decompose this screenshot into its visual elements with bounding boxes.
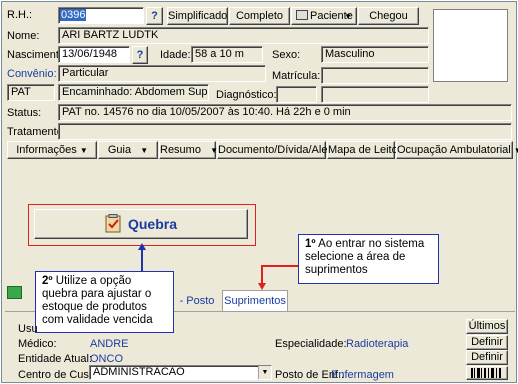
tab-posto[interactable]: - Posto (172, 291, 222, 311)
paciente-button[interactable]: Paciente ▼ (291, 7, 357, 25)
convenio-label[interactable]: Convênio: (7, 68, 57, 80)
status-field: PAT no. 14576 no dia 10/05/2007 às 10:40… (58, 104, 512, 121)
medico-label: Médico: (18, 338, 57, 350)
quebra-label: Quebra (127, 216, 177, 232)
nascimento-help-button[interactable]: ? (132, 46, 148, 64)
callout2-number: 2º (42, 275, 53, 287)
guia-menu[interactable]: Guia ▼ (98, 141, 158, 159)
posto-enf-value[interactable]: Enfermagem (331, 369, 394, 381)
convenio-field: Particular (58, 65, 266, 82)
informacoes-menu[interactable]: Informações ▼ (7, 141, 97, 159)
main-window: R.H.: 0396 ? Simplificado Completo Pacie… (1, 1, 518, 383)
clipboard-check-icon (105, 214, 122, 233)
usuario-label: Usu (18, 323, 38, 335)
rh-help-button[interactable]: ? (146, 7, 163, 25)
mapa-leitos-button[interactable]: Mapa de Leitos (327, 141, 403, 159)
encaminhado-field: Encaminhado: Abdomem Superior (58, 84, 209, 101)
ocupacao-menu[interactable]: Ocupação Ambulatorial ▼ (396, 141, 518, 159)
patient-photo (433, 9, 508, 82)
matricula-field (321, 67, 429, 84)
sexo-field: Masculino (321, 46, 429, 63)
nome-field: ARI BARTZ LUDTK (58, 27, 429, 44)
nascimento-field[interactable]: 13/06/1948 (58, 46, 130, 63)
especialidade-label: Especialidade: (275, 338, 347, 350)
callout2-text: Utilize a opção quebra para ajustar o es… (42, 275, 153, 326)
idade-field: 58 a 10 m (191, 46, 263, 63)
diagnostico-field-2 (321, 86, 429, 103)
arrow-to-suprimentos (258, 265, 298, 290)
entidade-label: Entidade Atual: (18, 353, 93, 365)
sexo-label: Sexo: (272, 49, 301, 61)
callout-step-2: 2º Utilize a opção quebra para ajustar o… (35, 271, 174, 333)
barcode-icon (471, 368, 501, 378)
entidade-value[interactable]: ONCO (90, 353, 123, 365)
callout-step-1: 1º Ao entrar no sistema selecione a área… (298, 234, 439, 284)
status-label: Status: (7, 107, 42, 119)
ocupacao-label: Ocupação Ambulatorial (397, 144, 511, 156)
especialidade-value[interactable]: Radioterapia (346, 338, 408, 350)
matricula-label: Matrícula: (272, 70, 321, 82)
simplificado-button[interactable]: Simplificado (167, 7, 228, 25)
diagnostico-field-1 (276, 86, 317, 103)
idade-label: Idade: (160, 49, 191, 61)
rh-value: 0396 (60, 9, 87, 21)
completo-button[interactable]: Completo (229, 7, 290, 25)
pat-field: PAT (7, 84, 55, 101)
quebra-button[interactable]: Quebra (34, 209, 248, 239)
nome-label: Nome: (7, 30, 40, 42)
centro-custo-select[interactable]: ADMINISTRACAO ▼ (89, 365, 272, 380)
resumo-label: Resumo (160, 144, 201, 156)
rh-field[interactable]: 0396 (58, 7, 144, 24)
callout1-text: Ao entrar no sistema selecione a área de… (305, 238, 425, 276)
barcode-button[interactable] (466, 366, 508, 380)
documento-button[interactable]: Documento/Dívida/Alerta (217, 141, 340, 159)
chegou-button[interactable]: Chegou (358, 7, 419, 25)
rh-label: R.H.: (7, 9, 33, 21)
chevron-down-icon: ▼ (344, 12, 352, 21)
ultimos-button[interactable]: Últimos (466, 319, 508, 334)
callout1-number: 1º (305, 238, 316, 250)
diagnostico-label: Diagnóstico: (216, 89, 277, 101)
definir-entidade-button[interactable]: Definir (466, 350, 508, 365)
chevron-down-icon: ▼ (79, 146, 88, 155)
chevron-down-icon[interactable]: ▼ (258, 366, 271, 379)
definir-medico-button[interactable]: Definir (466, 335, 508, 350)
tab-suprimentos[interactable]: Suprimentos (222, 290, 288, 312)
chevron-down-icon: ▼ (140, 146, 149, 155)
green-status-icon (7, 286, 22, 299)
medico-value[interactable]: ANDRE (90, 338, 129, 350)
guia-label: Guia (107, 144, 132, 156)
informacoes-label: Informações (16, 144, 77, 156)
tratamento-field (58, 123, 512, 140)
printer-icon (296, 10, 308, 20)
arrow-to-quebra (138, 243, 146, 272)
resumo-menu[interactable]: Resumo ▼ (159, 141, 218, 159)
chevron-down-icon: ▼ (513, 146, 518, 155)
centro-custo-value: ADMINISTRACAO (93, 366, 185, 378)
